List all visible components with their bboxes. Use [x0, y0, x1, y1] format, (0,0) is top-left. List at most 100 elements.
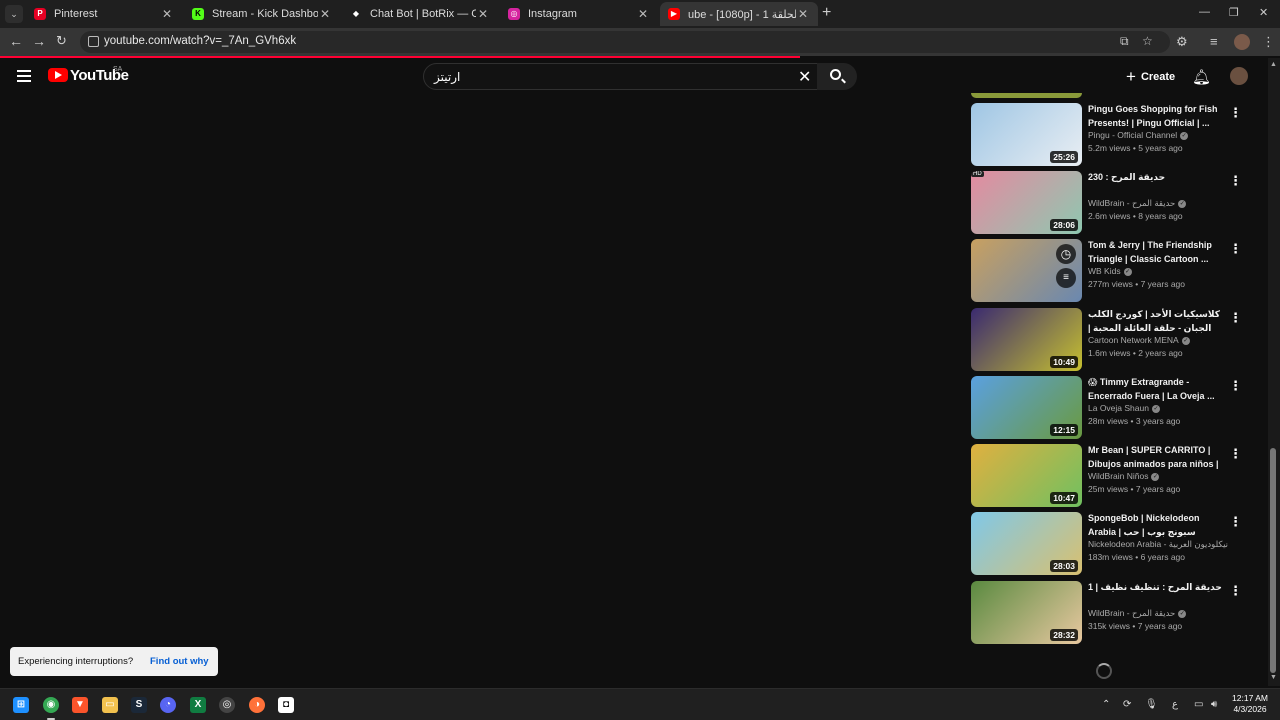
video-title[interactable]: 1 | حديقة المرح : تنظيف نظيف: [1088, 581, 1226, 595]
more-actions-icon[interactable]: ⋮: [1229, 173, 1242, 189]
video-thumbnail[interactable]: 28:03: [971, 512, 1082, 575]
recommendation-item[interactable]: 28:03 SpongeBob | Nickelodeon Arabia | سب…: [971, 512, 1261, 575]
input-language[interactable]: ع: [1172, 699, 1178, 710]
microphone-icon[interactable]: 🎙︎: [1145, 699, 1158, 710]
youtube-logo-icon[interactable]: [48, 68, 68, 82]
video-title[interactable]: 230 : حديقة المرح: [1088, 171, 1226, 185]
close-icon[interactable]: ✕: [796, 7, 810, 21]
close-icon[interactable]: ✕: [160, 7, 174, 21]
url-text[interactable]: youtube.com/watch?v=_7An_GVh6xk: [104, 35, 296, 47]
previous-thumbnail-edge[interactable]: [971, 93, 1082, 98]
video-title[interactable]: Pingu Goes Shopping for Fish Presents! |…: [1088, 103, 1226, 130]
brave-icon[interactable]: ▼: [72, 697, 88, 713]
extensions-icon[interactable]: ⚙: [1176, 34, 1188, 50]
channel-name[interactable]: WildBrain Niños ✓: [1088, 471, 1160, 481]
scrollbar-thumb[interactable]: [1270, 448, 1276, 673]
window-close-icon[interactable]: ✕: [1259, 6, 1268, 19]
recommendation-item[interactable]: HD 28:06 230 : حديقة المرح WildBrain - حديق…: [971, 171, 1261, 234]
page-scrollbar[interactable]: ▲ ▼: [1268, 58, 1280, 686]
recommendation-item[interactable]: 10:47 Mr Bean | SUPER CARRITO | Dibujos a…: [971, 444, 1261, 507]
video-thumbnail[interactable]: 10:47: [971, 444, 1082, 507]
video-thumbnail[interactable]: 12:15: [971, 376, 1082, 439]
account-avatar[interactable]: [1230, 67, 1248, 85]
search-query[interactable]: ارتيتز: [434, 70, 460, 84]
search-button[interactable]: [817, 63, 857, 90]
video-thumbnail[interactable]: 28:32: [971, 581, 1082, 644]
site-info-icon[interactable]: [88, 36, 99, 47]
add-to-queue-icon[interactable]: ≡: [1056, 268, 1076, 288]
recommendation-item[interactable]: ◷ ≡ Tom & Jerry | The Friendship Triangle …: [971, 239, 1261, 302]
tab-instagram[interactable]: ◎ Instagram ✕: [500, 2, 658, 26]
more-actions-icon[interactable]: ⋮: [1229, 310, 1242, 326]
channel-name[interactable]: WildBrain - حديقة المرح ✓: [1088, 198, 1187, 209]
recommendation-item[interactable]: 10:49 كلاسيكيات الأحد | كوردج الكلب الجبا…: [971, 308, 1261, 371]
bookmark-star-icon[interactable]: ☆: [1142, 34, 1153, 48]
tray-overflow-icon[interactable]: ⌃: [1102, 699, 1110, 710]
channel-name[interactable]: Pingu - Official Channel ✓: [1088, 130, 1189, 140]
chrome-icon[interactable]: ◉: [43, 697, 59, 713]
volume-icon[interactable]: 🔊︎: [1211, 699, 1217, 710]
sync-icon[interactable]: ⟳: [1123, 699, 1131, 710]
video-title[interactable]: 😱 Timmy Extragrande - Encerrado Fuera | …: [1088, 376, 1226, 403]
discord-icon[interactable]: ◔: [160, 697, 176, 713]
channel-name[interactable]: WB Kids ✓: [1088, 266, 1132, 276]
tab-search-icon[interactable]: ⌄: [5, 5, 23, 23]
install-app-icon[interactable]: ⧉: [1120, 34, 1129, 49]
channel-name[interactable]: La Oveja Shaun ✓: [1088, 403, 1160, 413]
firefox-icon[interactable]: ◑: [249, 697, 265, 713]
video-title[interactable]: SpongeBob | Nickelodeon Arabia | سبونج ب…: [1088, 512, 1226, 539]
minimize-icon[interactable]: —: [1199, 6, 1210, 18]
scroll-down-arrow[interactable]: ▼: [1270, 674, 1277, 681]
video-thumbnail[interactable]: ◷ ≡: [971, 239, 1082, 302]
recommendation-item[interactable]: 25:26 Pingu Goes Shopping for Fish Presen…: [971, 103, 1261, 166]
tab-kick[interactable]: K Stream - Kick Dashboard ✕: [184, 2, 340, 26]
channel-name[interactable]: Cartoon Network MENA ✓: [1088, 335, 1190, 345]
watch-later-icon[interactable]: ◷: [1056, 244, 1076, 264]
windows-start-icon[interactable]: ⊞: [13, 697, 29, 713]
more-actions-icon[interactable]: ⋮: [1229, 378, 1242, 394]
browser-profile-avatar[interactable]: [1234, 34, 1250, 50]
create-button[interactable]: + Create: [1120, 64, 1181, 89]
media-controls-icon[interactable]: ≡: [1210, 34, 1218, 49]
close-icon[interactable]: ✕: [318, 7, 332, 21]
search-input[interactable]: ارتيتز ✕: [423, 63, 818, 90]
video-title[interactable]: كلاسيكيات الأحد | كوردج الكلب الجبان - ح…: [1088, 308, 1226, 335]
back-icon[interactable]: ←: [9, 34, 23, 48]
forward-icon[interactable]: →: [32, 34, 46, 48]
excel-icon[interactable]: X: [190, 697, 206, 713]
more-actions-icon[interactable]: ⋮: [1229, 514, 1242, 530]
tab-botrix[interactable]: ◆ Chat Bot | BotRix — Cloud Strea ✕: [342, 2, 498, 26]
address-bar[interactable]: youtube.com/watch?v=_7An_GVh6xk ⧉ ☆: [80, 31, 1170, 53]
more-actions-icon[interactable]: ⋮: [1229, 583, 1242, 599]
menu-icon[interactable]: [17, 70, 31, 82]
more-actions-icon[interactable]: ⋮: [1229, 105, 1242, 121]
gpu-app-icon[interactable]: ◎: [219, 697, 235, 713]
more-actions-icon[interactable]: ⋮: [1229, 241, 1242, 257]
file-explorer-icon[interactable]: ▭: [102, 697, 118, 713]
app-icon[interactable]: ◘: [278, 697, 294, 713]
notifications-bell-icon[interactable]: 🔔︎: [1192, 68, 1211, 86]
video-thumbnail[interactable]: HD 28:06: [971, 171, 1082, 234]
system-clock[interactable]: 12:17 AM 4/3/2026: [1226, 693, 1274, 715]
more-actions-icon[interactable]: ⋮: [1229, 446, 1242, 462]
tab-pinterest[interactable]: P Pinterest ✕: [26, 2, 182, 26]
clear-search-icon[interactable]: ✕: [798, 67, 811, 87]
browser-menu-icon[interactable]: ⋮: [1262, 34, 1275, 50]
reload-icon[interactable]: ↻: [56, 34, 67, 48]
video-thumbnail[interactable]: 10:49: [971, 308, 1082, 371]
steam-icon[interactable]: S: [131, 697, 147, 713]
new-tab-button[interactable]: +: [822, 5, 831, 21]
recommendation-item[interactable]: 28:32 1 | حديقة المرح : تنظيف نظيف WildBra…: [971, 581, 1261, 644]
channel-name[interactable]: WildBrain - حديقة المرح ✓: [1088, 608, 1187, 619]
find-out-why-link[interactable]: Find out why: [150, 656, 209, 667]
video-thumbnail[interactable]: 25:26: [971, 103, 1082, 166]
video-title[interactable]: Mr Bean | SUPER CARRITO | Dibujos animad…: [1088, 444, 1226, 471]
scroll-up-arrow[interactable]: ▲: [1270, 61, 1277, 68]
display-icon[interactable]: ▭: [1194, 699, 1203, 710]
channel-name[interactable]: Nickelodeon Arabia - نيكلوديون العربية: [1088, 539, 1228, 550]
tab-youtube-active[interactable]: ▶ ube - [1080p] - نموش - الحلقة 1 ✕: [660, 2, 818, 26]
restore-icon[interactable]: ❐: [1229, 6, 1239, 19]
video-title[interactable]: Tom & Jerry | The Friendship Triangle | …: [1088, 239, 1226, 266]
close-icon[interactable]: ✕: [636, 7, 650, 21]
close-icon[interactable]: ✕: [476, 7, 490, 21]
